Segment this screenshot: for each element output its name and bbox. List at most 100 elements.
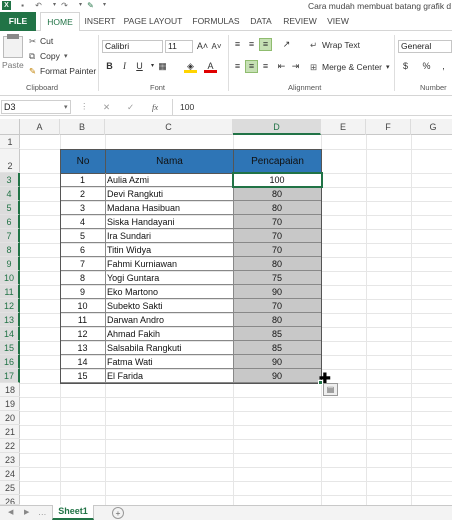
cell-nama[interactable]: Yogi Guntara	[105, 271, 234, 285]
row-header[interactable]: 4	[0, 187, 20, 201]
cell-nama[interactable]: Subekto Sakti	[105, 299, 234, 313]
cell-pencapaian[interactable]: 85	[233, 327, 322, 341]
insert-function-button[interactable]: fx	[152, 102, 158, 113]
cell-pencapaian[interactable]: 90	[233, 369, 322, 383]
font-size-box[interactable]: 11	[165, 40, 193, 53]
tab-insert[interactable]: INSERT	[84, 12, 116, 31]
row-header[interactable]: 5	[0, 201, 20, 215]
undo-icon[interactable]: ↶	[34, 1, 43, 10]
row-header[interactable]: 13	[0, 313, 20, 327]
sheet-tab-sheet1[interactable]: Sheet1	[52, 505, 94, 520]
add-sheet-icon[interactable]: +	[112, 507, 124, 519]
cancel-icon[interactable]: ✕	[103, 102, 110, 113]
cell-nama[interactable]: Salsabila Rangkuti	[105, 341, 234, 355]
cell-no[interactable]: 2	[60, 187, 106, 201]
scroll-right-icon[interactable]: ▶	[24, 507, 29, 518]
row-header[interactable]: 17	[0, 369, 20, 383]
enter-icon[interactable]: ✓	[127, 102, 134, 113]
align-left-icon[interactable]: ≡	[231, 60, 244, 73]
select-all-corner[interactable]	[0, 119, 20, 135]
row-header[interactable]: 3	[0, 173, 20, 187]
row-header[interactable]: 18	[0, 383, 20, 397]
cell-nama[interactable]: Aulia Azmi	[105, 173, 234, 187]
cell-pencapaian[interactable]: 75	[233, 271, 322, 285]
scroll-left-icon[interactable]: ◀	[8, 507, 13, 518]
cell-no[interactable]: 3	[60, 201, 106, 215]
cell-no[interactable]: 6	[60, 243, 106, 257]
cell-pencapaian[interactable]: 100	[233, 173, 322, 187]
row-header[interactable]: 14	[0, 327, 20, 341]
italic-button[interactable]: I	[118, 60, 131, 73]
paste-button[interactable]: Paste	[2, 60, 24, 71]
cell-pencapaian[interactable]: 90	[233, 285, 322, 299]
column-header-f[interactable]: F	[366, 119, 411, 135]
column-header-d[interactable]: D	[233, 119, 321, 135]
row-header[interactable]: 8	[0, 243, 20, 257]
quick-analysis-icon[interactable]: ▤	[323, 383, 338, 396]
cell-nama[interactable]: Titin Widya	[105, 243, 234, 257]
align-center-icon[interactable]: ≡	[245, 60, 258, 73]
column-header-b[interactable]: B	[60, 119, 105, 135]
copy-icon[interactable]: ⧉	[29, 51, 35, 62]
formula-input[interactable]: 100	[180, 102, 194, 113]
row-header[interactable]: 2	[0, 149, 20, 173]
name-box[interactable]: D3	[1, 100, 71, 114]
cell-pencapaian[interactable]: 70	[233, 215, 322, 229]
font-color-icon[interactable]: A	[204, 60, 217, 73]
cell-nama[interactable]: Devi Rangkuti	[105, 187, 234, 201]
merge-center-button[interactable]: Merge & Center	[322, 62, 382, 73]
cell-nama[interactable]: Ahmad Fakih	[105, 327, 234, 341]
redo-icon[interactable]: ↷	[60, 1, 69, 10]
row-header[interactable]: 10	[0, 271, 20, 285]
cell-nama[interactable]: Fatma Wati	[105, 355, 234, 369]
column-header-g[interactable]: G	[411, 119, 452, 135]
save-icon[interactable]: ▪	[18, 1, 27, 10]
cell-no[interactable]: 15	[60, 369, 106, 383]
paste-icon[interactable]	[3, 36, 23, 58]
cell-nama[interactable]: Darwan Andro	[105, 313, 234, 327]
cell-nama[interactable]: Ira Sundari	[105, 229, 234, 243]
chevron-down-icon[interactable]: ▾	[64, 102, 68, 113]
cell-no[interactable]: 1	[60, 173, 106, 187]
number-format-box[interactable]: General	[398, 40, 452, 53]
customize-qat-icon[interactable]: ▾	[100, 1, 109, 10]
align-right-icon[interactable]: ≡	[259, 60, 272, 73]
decrease-font-icon[interactable]: A˅	[210, 40, 223, 53]
table-header-no[interactable]: No	[60, 149, 106, 174]
format-painter-icon[interactable]: ✎	[29, 66, 36, 77]
cell-no[interactable]: 10	[60, 299, 106, 313]
align-top-icon[interactable]: ≡	[231, 38, 244, 51]
tab-formulas[interactable]: FORMULAS	[190, 12, 242, 31]
accounting-format-icon[interactable]: $	[399, 60, 412, 73]
row-header[interactable]: 23	[0, 453, 20, 467]
format-painter-button[interactable]: Format Painter	[40, 66, 96, 77]
row-header[interactable]: 26	[0, 495, 20, 505]
bold-button[interactable]: B	[103, 60, 116, 73]
align-middle-icon[interactable]: ≡	[245, 38, 258, 51]
copy-dropdown-icon[interactable]: ▾	[64, 51, 68, 62]
cut-icon[interactable]: ✂	[29, 36, 36, 47]
cell-pencapaian[interactable]: 70	[233, 243, 322, 257]
more-sheets-icon[interactable]: …	[38, 507, 47, 518]
tab-file[interactable]: FILE	[0, 12, 36, 31]
cell-nama[interactable]: Siska Handayani	[105, 215, 234, 229]
cut-button[interactable]: Cut	[40, 36, 53, 47]
row-header[interactable]: 16	[0, 355, 20, 369]
copy-button[interactable]: Copy	[40, 51, 60, 62]
table-header-pencapaian[interactable]: Pencapaian	[233, 149, 322, 174]
column-header-a[interactable]: A	[20, 119, 60, 135]
row-header[interactable]: 24	[0, 467, 20, 481]
row-header[interactable]: 12	[0, 299, 20, 313]
row-header[interactable]: 1	[0, 135, 20, 149]
cell-no[interactable]: 9	[60, 285, 106, 299]
row-header[interactable]: 20	[0, 411, 20, 425]
worksheet-grid[interactable]: No Nama Pencapaian 1 Aulia Azmi 100 2 Devi R…	[20, 135, 452, 505]
row-header[interactable]: 15	[0, 341, 20, 355]
cell-pencapaian[interactable]: 90	[233, 355, 322, 369]
cell-no[interactable]: 12	[60, 327, 106, 341]
paint-icon[interactable]: ✎	[86, 1, 95, 10]
column-header-c[interactable]: C	[105, 119, 233, 135]
cell-no[interactable]: 11	[60, 313, 106, 327]
increase-indent-icon[interactable]: ⇥	[289, 60, 302, 73]
row-header[interactable]: 21	[0, 425, 20, 439]
